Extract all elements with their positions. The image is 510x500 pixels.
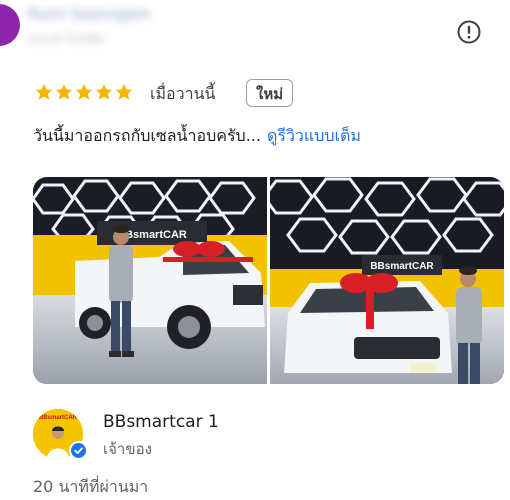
reviewer-avatar[interactable]: [0, 4, 20, 46]
review-photo-2[interactable]: BBsmartCAR: [270, 177, 504, 384]
owner-role: เจ้าของ: [103, 440, 152, 458]
star-icon: [114, 82, 134, 102]
review-time: เมื่อวานนี้: [150, 84, 216, 103]
new-badge: ใหม่: [246, 79, 294, 107]
read-full-review-link[interactable]: ดูรีวิวแบบเต็ม: [267, 126, 361, 145]
star-rating: [34, 82, 134, 104]
reviewer-meta: Local Guide: [28, 32, 105, 47]
exclamation-circle-icon: [457, 20, 481, 44]
owner-response-time: 20 นาทีที่ผ่านมา: [33, 477, 149, 496]
review-photo-1[interactable]: BBsmartCAR: [33, 177, 267, 384]
star-icon: [54, 82, 74, 102]
star-icon: [34, 82, 54, 102]
star-icon: [74, 82, 94, 102]
owner-name[interactable]: BBsmartcar 1: [103, 411, 219, 433]
reviewer-name[interactable]: Rumi Soonngam: [28, 4, 151, 24]
review-text-line: วันนี้มาออกรถกับเซลน้ำอบครับ... ดูรีวิวแบ…: [33, 124, 361, 148]
review-text: วันนี้มาออกรถกับเซลน้ำอบครับ...: [33, 126, 261, 145]
star-icon: [94, 82, 114, 102]
report-review-button[interactable]: [456, 19, 482, 45]
owner-logo-text: BBsmartCAR: [39, 415, 78, 421]
verified-check-icon: [69, 441, 88, 460]
photo-2-sign: BBsmartCAR: [370, 261, 434, 272]
